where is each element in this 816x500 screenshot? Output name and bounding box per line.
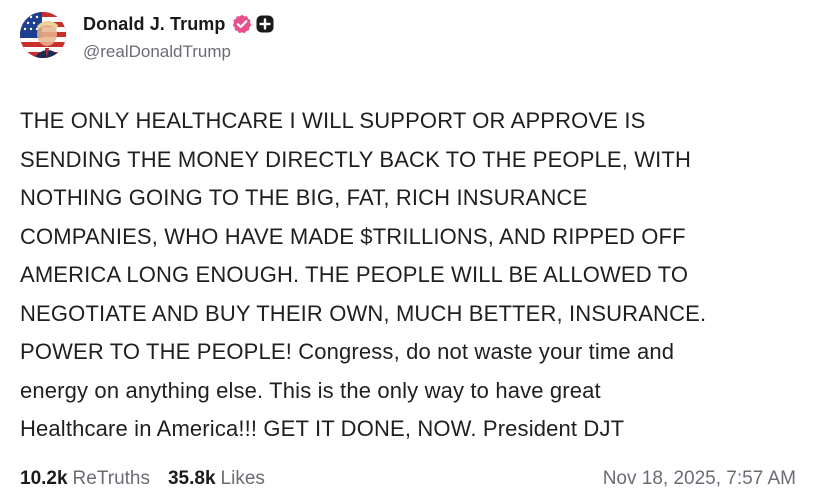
likes-label: Likes xyxy=(220,468,265,489)
likes-stat[interactable]: 35.8k Likes xyxy=(168,468,265,490)
post-text: THE ONLY HEALTHCARE I WILL SUPPORT OR AP… xyxy=(20,108,707,441)
plus-badge-icon xyxy=(256,15,274,33)
post-footer: 10.2k ReTruths 35.8k Likes Nov 18, 2025,… xyxy=(20,466,796,492)
truth-post-card: Donald J. Trump @realDonaldTrump THE ONL… xyxy=(0,0,816,500)
author-identity: Donald J. Trump @realDonaldTrump xyxy=(83,13,274,62)
retruths-label: ReTruths xyxy=(72,468,150,489)
retruths-stat[interactable]: 10.2k ReTruths xyxy=(20,468,150,490)
post-timestamp[interactable]: Nov 18, 2025, 7:57 AM xyxy=(603,468,796,490)
verified-check-icon xyxy=(232,14,252,34)
retruths-count: 10.2k xyxy=(20,468,68,489)
post-header: Donald J. Trump @realDonaldTrump xyxy=(20,12,274,64)
display-name[interactable]: Donald J. Trump xyxy=(83,14,226,35)
name-row: Donald J. Trump xyxy=(83,13,274,35)
likes-count: 35.8k xyxy=(167,468,216,489)
author-handle[interactable]: @realDonaldTrump xyxy=(83,42,274,62)
avatar[interactable] xyxy=(20,12,66,58)
avatar-flag-portrait-icon xyxy=(20,12,66,58)
